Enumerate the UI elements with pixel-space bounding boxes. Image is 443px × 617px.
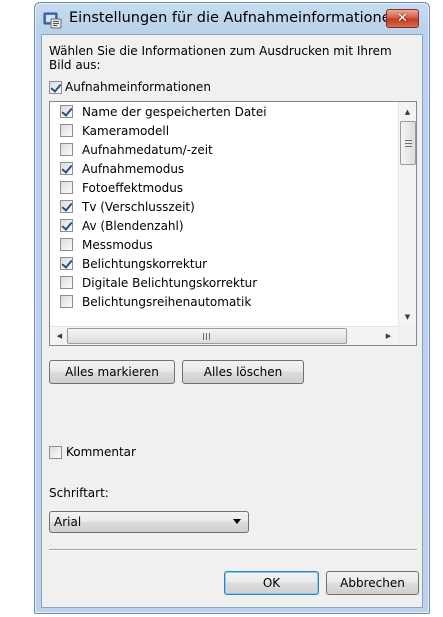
- list-item-label: Belichtungskorrektur: [82, 256, 208, 271]
- list-item-checkbox[interactable]: [60, 181, 73, 194]
- settings-app-icon: [43, 12, 62, 29]
- list-item-checkbox[interactable]: [60, 219, 73, 232]
- list-item-checkbox[interactable]: [60, 257, 73, 270]
- list-item-checkbox[interactable]: [60, 105, 73, 118]
- list-item[interactable]: Belichtungsreihenautomatik: [50, 292, 398, 311]
- list-item[interactable]: Belichtungskorrektur: [50, 254, 398, 273]
- list-item-label: Kameramodell: [82, 123, 170, 138]
- list-item-checkbox[interactable]: [60, 124, 73, 137]
- horizontal-scrollbar[interactable]: ◀ ▶: [50, 326, 398, 345]
- scroll-right-arrow-icon[interactable]: ▶: [380, 327, 397, 344]
- info-checklist[interactable]: Name der gespeicherten Datei Kameramodel…: [49, 101, 417, 346]
- list-item[interactable]: Aufnahmemodus: [50, 159, 398, 178]
- list-item-checkbox[interactable]: [60, 295, 73, 308]
- list-item[interactable]: Fotoeffektmodus: [50, 178, 398, 197]
- list-item-checkbox[interactable]: [60, 143, 73, 156]
- list-item-label: Tv (Verschlusszeit): [82, 199, 195, 214]
- close-button[interactable]: ✕: [386, 9, 419, 28]
- clear-all-button[interactable]: Alles löschen: [182, 360, 304, 384]
- list-item-label: Fotoeffektmodus: [82, 180, 184, 195]
- list-item[interactable]: Messmodus: [50, 235, 398, 254]
- list-item[interactable]: Tv (Verschlusszeit): [50, 197, 398, 216]
- list-item-label: Digitale Belichtungskorrektur: [82, 275, 258, 290]
- list-item-label: Messmodus: [82, 237, 153, 252]
- shooting-info-checkbox-row[interactable]: Aufnahmeinformationen: [49, 80, 211, 94]
- list-item[interactable]: Av (Blendenzahl): [50, 216, 398, 235]
- checklist-items: Name der gespeicherten Datei Kameramodel…: [50, 102, 398, 326]
- list-item[interactable]: Name der gespeicherten Datei: [50, 102, 398, 121]
- list-item-checkbox[interactable]: [60, 238, 73, 251]
- close-icon: ✕: [397, 11, 408, 26]
- select-all-button[interactable]: Alles markieren: [49, 360, 175, 384]
- cancel-button[interactable]: Abbrechen: [326, 571, 419, 595]
- chevron-down-icon: [233, 519, 241, 524]
- font-dropdown-value: Arial: [54, 515, 82, 529]
- shooting-info-checkbox[interactable]: [49, 80, 62, 94]
- font-label: Schriftart:: [49, 486, 109, 500]
- dialog-window: Einstellungen für die Aufnahmeinformatio…: [34, 2, 430, 614]
- scroll-up-arrow-icon[interactable]: ▲: [399, 103, 416, 120]
- list-item-checkbox[interactable]: [60, 200, 73, 213]
- list-item[interactable]: Aufnahmedatum/-zeit: [50, 140, 398, 159]
- list-item-label: Av (Blendenzahl): [82, 218, 184, 233]
- divider: [49, 549, 417, 551]
- window-title: Einstellungen für die Aufnahmeinformatio…: [69, 10, 400, 26]
- comment-checkbox[interactable]: [49, 445, 62, 459]
- title-bar[interactable]: Einstellungen für die Aufnahmeinformatio…: [35, 3, 429, 35]
- comment-checkbox-row[interactable]: Kommentar: [49, 445, 136, 459]
- scrollbar-corner: [398, 326, 416, 345]
- horizontal-scroll-thumb[interactable]: [67, 328, 347, 344]
- list-item-label: Aufnahmedatum/-zeit: [82, 142, 213, 157]
- list-item[interactable]: Digitale Belichtungskorrektur: [50, 273, 398, 292]
- font-dropdown[interactable]: Arial: [49, 511, 249, 533]
- list-item-label: Belichtungsreihenautomatik: [82, 294, 252, 309]
- list-item-label: Aufnahmemodus: [82, 161, 185, 176]
- list-item[interactable]: Kameramodell: [50, 121, 398, 140]
- scroll-down-arrow-icon[interactable]: ▼: [399, 308, 416, 325]
- shooting-info-label: Aufnahmeinformationen: [65, 80, 211, 94]
- list-item-checkbox[interactable]: [60, 276, 73, 289]
- list-item-checkbox[interactable]: [60, 162, 73, 175]
- list-item-label: Name der gespeicherten Datei: [82, 104, 267, 119]
- ok-button[interactable]: OK: [224, 571, 319, 595]
- vertical-scroll-thumb[interactable]: [400, 121, 416, 165]
- comment-label: Kommentar: [66, 445, 136, 459]
- dialog-client-area: Wählen Sie die Informationen zum Ausdruc…: [41, 34, 423, 608]
- intro-text: Wählen Sie die Informationen zum Ausdruc…: [49, 44, 392, 72]
- scroll-left-arrow-icon[interactable]: ◀: [51, 327, 68, 344]
- vertical-scrollbar[interactable]: ▲ ▼: [398, 102, 416, 326]
